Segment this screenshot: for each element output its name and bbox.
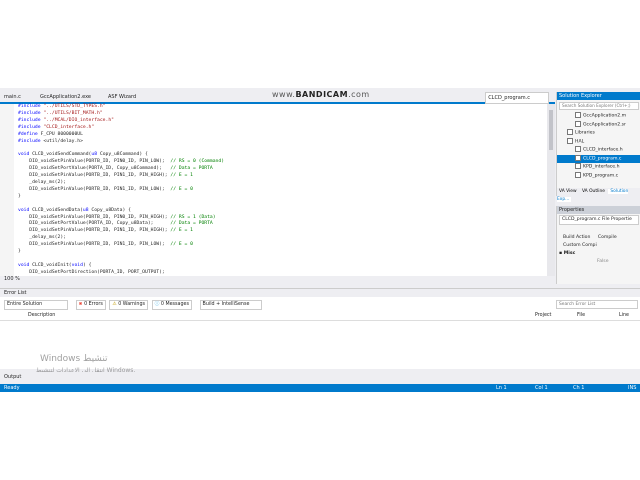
status-insert-mode: INS bbox=[628, 385, 637, 391]
letterbox-top bbox=[0, 0, 640, 88]
error-scope-dropdown[interactable]: Entire Solution bbox=[4, 300, 68, 310]
tree-item-label: KPD_interface.h bbox=[583, 164, 620, 170]
solution-explorer-panel: Solution Explorer Search Solution Explor… bbox=[556, 92, 640, 202]
build-filter-dropdown[interactable]: Build + IntelliSense bbox=[199, 300, 262, 310]
solution-tree-item[interactable]: Libraries bbox=[557, 129, 640, 138]
code-line[interactable]: DIO_voidSetPinValue(PORTB_ID, PIN1_ID, P… bbox=[18, 173, 224, 180]
recording-watermark: www.BANDICAM.com bbox=[272, 90, 370, 99]
tree-item-label: CLCD_program.c bbox=[583, 156, 622, 161]
scrollbar-thumb[interactable] bbox=[549, 110, 553, 150]
file-icon bbox=[575, 120, 581, 127]
warnings-filter-button[interactable]: ⚠ 0 Warnings bbox=[109, 300, 149, 310]
solution-tree-item[interactable]: GccApplication2.m bbox=[557, 112, 640, 121]
property-value: Compile bbox=[597, 235, 617, 240]
property-build-action[interactable]: Build Action Compile bbox=[557, 234, 640, 242]
code-editor[interactable]: #include "../UTILS/STD_TYPES.h" #include … bbox=[0, 104, 555, 276]
code-line[interactable] bbox=[18, 256, 224, 263]
editor-file-selector[interactable]: CLCD_program.c bbox=[485, 92, 549, 104]
property-name: Custom Compi bbox=[563, 243, 597, 248]
code-line[interactable]: } bbox=[18, 194, 224, 201]
file-icon bbox=[575, 171, 581, 178]
solution-tree-item[interactable]: KPD_program.c bbox=[557, 171, 640, 181]
status-ready: Ready bbox=[4, 385, 20, 391]
error-list-toolbar: Entire Solution ⊗ 0 Errors ⚠ 0 Warnings … bbox=[4, 300, 262, 310]
messages-filter-button[interactable]: ⓘ 0 Messages bbox=[151, 300, 192, 310]
property-custom-compile[interactable]: Custom Compi bbox=[557, 242, 640, 250]
code-line[interactable]: DIO_voidSetPinValue(PORTB_ID, PIN1_ID, P… bbox=[18, 187, 224, 194]
status-column: Col 1 bbox=[535, 385, 548, 391]
tree-item-label: HAL bbox=[575, 139, 585, 144]
tree-item-label: Libraries bbox=[575, 130, 595, 136]
editor-zoom-level[interactable]: 100 % bbox=[0, 276, 559, 283]
solution-tree: GccApplication2.m GccApplication2.sr Libra… bbox=[557, 112, 640, 180]
tree-item-label: GccApplication2.m bbox=[583, 113, 627, 119]
property-misc-value[interactable]: False bbox=[557, 258, 640, 266]
code-line[interactable]: #include "../UTILS/BIT_MATH.h" bbox=[18, 111, 224, 118]
column-line[interactable]: Line bbox=[619, 311, 629, 320]
editor-gutter bbox=[0, 104, 14, 276]
status-bar: Ready Ln 1 Col 1 Ch 1 INS bbox=[0, 384, 640, 392]
output-tab[interactable]: Output bbox=[0, 372, 640, 382]
column-project[interactable]: Project bbox=[535, 311, 551, 320]
error-list-header: Description Project File Line bbox=[0, 311, 640, 321]
solution-bottom-tabs: VA View VA Outline Solution Exp... bbox=[557, 188, 640, 202]
code-text[interactable]: #include "../UTILS/STD_TYPES.h" #include … bbox=[18, 104, 224, 277]
tree-item-label: GccApplication2.sr bbox=[583, 122, 626, 127]
tab-va-outline[interactable]: VA Outline bbox=[580, 189, 607, 194]
property-name: Build Action bbox=[563, 235, 591, 240]
code-line[interactable]: #include "CLCD_interface.h" bbox=[18, 125, 224, 132]
tab-gccapplication2-exe[interactable]: GccApplication2.exe bbox=[36, 92, 96, 102]
tree-item-label: CLCD_interface.h bbox=[583, 147, 623, 153]
code-line[interactable]: #include <util/delay.h> bbox=[18, 139, 224, 146]
tab-va-view[interactable]: VA View bbox=[557, 189, 579, 194]
solution-tree-item[interactable]: GccApplication2.sr bbox=[557, 120, 640, 130]
status-line: Ln 1 bbox=[496, 385, 507, 391]
messages-count: 0 Messages bbox=[160, 302, 189, 307]
solution-tree-item[interactable]: HAL bbox=[557, 137, 640, 147]
windows-activation-watermark: Windows تنشيط bbox=[40, 354, 108, 364]
error-list-search-input[interactable]: Search Error List bbox=[556, 300, 638, 309]
solution-explorer-title: Solution Explorer bbox=[557, 92, 640, 100]
file-selector-label: CLCD_program.c bbox=[485, 92, 549, 104]
solution-tree-item[interactable]: CLCD_program.c bbox=[557, 154, 640, 163]
tab-main-c[interactable]: main.c bbox=[0, 92, 38, 102]
code-line[interactable]: #define F_CPU 8000000UL bbox=[18, 132, 224, 139]
folder-icon bbox=[567, 137, 573, 144]
properties-toolbar bbox=[557, 226, 640, 234]
solution-tree-item[interactable]: KPD_interface.h bbox=[557, 163, 640, 172]
code-line[interactable]: DIO_voidSetPinValue(PORTB_ID, PIN1_ID, P… bbox=[18, 242, 224, 249]
status-char: Ch 1 bbox=[573, 385, 585, 391]
letterbox-bottom bbox=[0, 392, 640, 480]
file-icon bbox=[575, 112, 581, 118]
file-icon bbox=[575, 163, 581, 169]
errors-count: 0 Errors bbox=[84, 302, 103, 307]
file-icon bbox=[575, 146, 581, 152]
code-line[interactable]: } bbox=[18, 249, 224, 256]
ide-window: main.c GccApplication2.exe ASF Wizard CL… bbox=[0, 88, 640, 392]
properties-object-selector[interactable]: CLCD_program.c File Propertie bbox=[559, 215, 639, 225]
code-line[interactable]: _delay_ms(2); bbox=[18, 180, 224, 187]
column-description[interactable]: Description bbox=[28, 311, 55, 320]
tab-asf-wizard[interactable]: ASF Wizard bbox=[104, 92, 148, 102]
column-file[interactable]: File bbox=[577, 311, 585, 320]
code-line[interactable]: #include "../MCAL/DIO_interface.h" bbox=[18, 118, 224, 125]
file-icon bbox=[575, 154, 581, 161]
solution-search-input[interactable]: Search Solution Explorer (Ctrl+;) bbox=[559, 102, 639, 110]
properties-section-misc[interactable]: ▪ Misc bbox=[557, 250, 640, 258]
properties-title: Properties bbox=[557, 206, 640, 214]
solution-tree-item[interactable]: CLCD_interface.h bbox=[557, 146, 640, 155]
editor-vertical-scrollbar[interactable] bbox=[547, 104, 555, 276]
code-line[interactable]: #include "../UTILS/STD_TYPES.h" bbox=[18, 104, 224, 111]
error-list-title: Error List bbox=[0, 289, 640, 297]
tree-item-label: KPD_program.c bbox=[583, 173, 619, 178]
warnings-count: 0 Warnings bbox=[118, 302, 146, 307]
errors-filter-button[interactable]: ⊗ 0 Errors bbox=[75, 300, 106, 310]
properties-panel: Properties CLCD_program.c File Propertie… bbox=[556, 206, 640, 284]
section-label: Misc bbox=[563, 251, 576, 256]
code-line[interactable]: void CLCD_voidSendData(u8 Copy_u8Data) { bbox=[18, 208, 224, 215]
folder-icon bbox=[567, 129, 573, 135]
code-line[interactable]: void CLCD_voidInit(void) { bbox=[18, 263, 224, 270]
code-line[interactable] bbox=[18, 201, 224, 208]
